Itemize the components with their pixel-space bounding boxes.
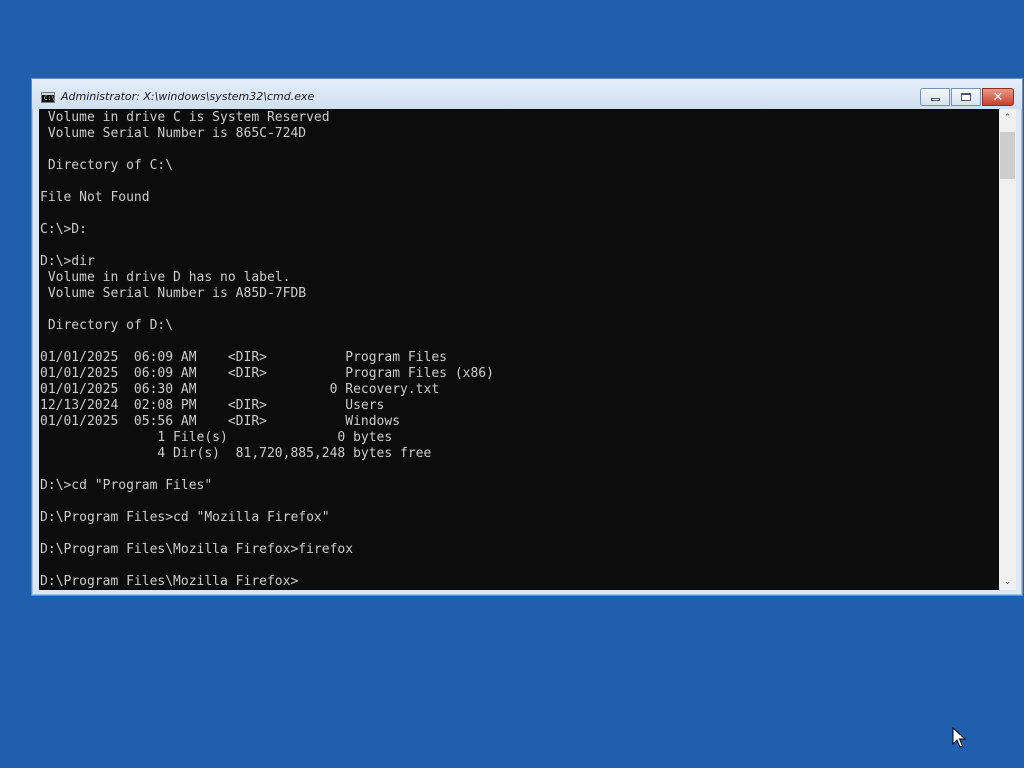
console-output[interactable]: Volume in drive C is System Reserved Vol…: [39, 109, 999, 590]
console-line: D:\Program Files>cd "Mozilla Firefox": [40, 510, 330, 525]
console-line: D:\Program Files\Mozilla Firefox>: [40, 574, 299, 589]
title-bar[interactable]: C:\ Administrator: X:\windows\system32\c…: [32, 79, 1022, 109]
cmd-window[interactable]: C:\ Administrator: X:\windows\system32\c…: [31, 78, 1023, 596]
close-icon: ✕: [992, 89, 1004, 105]
console-line: Volume in drive D has no label.: [40, 270, 291, 285]
window-title: Administrator: X:\windows\system32\cmd.e…: [61, 90, 315, 103]
console-line: D:\Program Files\Mozilla Firefox>firefox: [40, 542, 354, 557]
scroll-down-icon[interactable]: ⌄: [999, 573, 1016, 590]
console-line: 01/01/2025 06:30 AM 0 Recovery.txt: [40, 382, 440, 397]
console-line: Volume in drive C is System Reserved: [40, 110, 330, 125]
console-line: 12/13/2024 02:08 PM <DIR> Users: [40, 398, 385, 413]
console-line: Directory of C:\: [40, 158, 174, 173]
minimize-icon: [930, 97, 940, 101]
minimize-button[interactable]: [920, 88, 950, 106]
console-line: 01/01/2025 05:56 AM <DIR> Windows: [40, 414, 401, 429]
scroll-up-icon[interactable]: ⌃: [999, 109, 1016, 126]
console-line: D:\>dir: [40, 254, 95, 269]
console-line: File Not Found: [40, 190, 150, 205]
console-line: 1 File(s) 0 bytes: [40, 430, 393, 445]
console-line: Volume Serial Number is A85D-7FDB: [40, 286, 307, 301]
console-line: D:\>cd "Program Files": [40, 478, 213, 493]
console-line: 4 Dir(s) 81,720,885,248 bytes free: [40, 446, 432, 461]
console-line: Directory of D:\: [40, 318, 174, 333]
scroll-thumb[interactable]: [1000, 132, 1015, 179]
maximize-button[interactable]: [951, 88, 981, 106]
console-line: C:\>D:: [40, 222, 87, 237]
console-text: Volume in drive C is System Reserved Vol…: [40, 110, 494, 590]
cmd-icon-label: C:\: [44, 95, 55, 102]
window-controls: ✕: [919, 88, 1014, 106]
console-line: 01/01/2025 06:09 AM <DIR> Program Files: [40, 350, 447, 365]
console-line: Volume Serial Number is 865C-724D: [40, 126, 307, 141]
console-line: 01/01/2025 06:09 AM <DIR> Program Files …: [40, 366, 494, 381]
vertical-scrollbar[interactable]: ⌃ ⌄: [999, 109, 1016, 590]
cmd-icon[interactable]: C:\: [41, 92, 55, 103]
maximize-icon: [961, 93, 971, 101]
mouse-pointer-icon: [952, 727, 966, 748]
close-button[interactable]: ✕: [982, 88, 1014, 106]
